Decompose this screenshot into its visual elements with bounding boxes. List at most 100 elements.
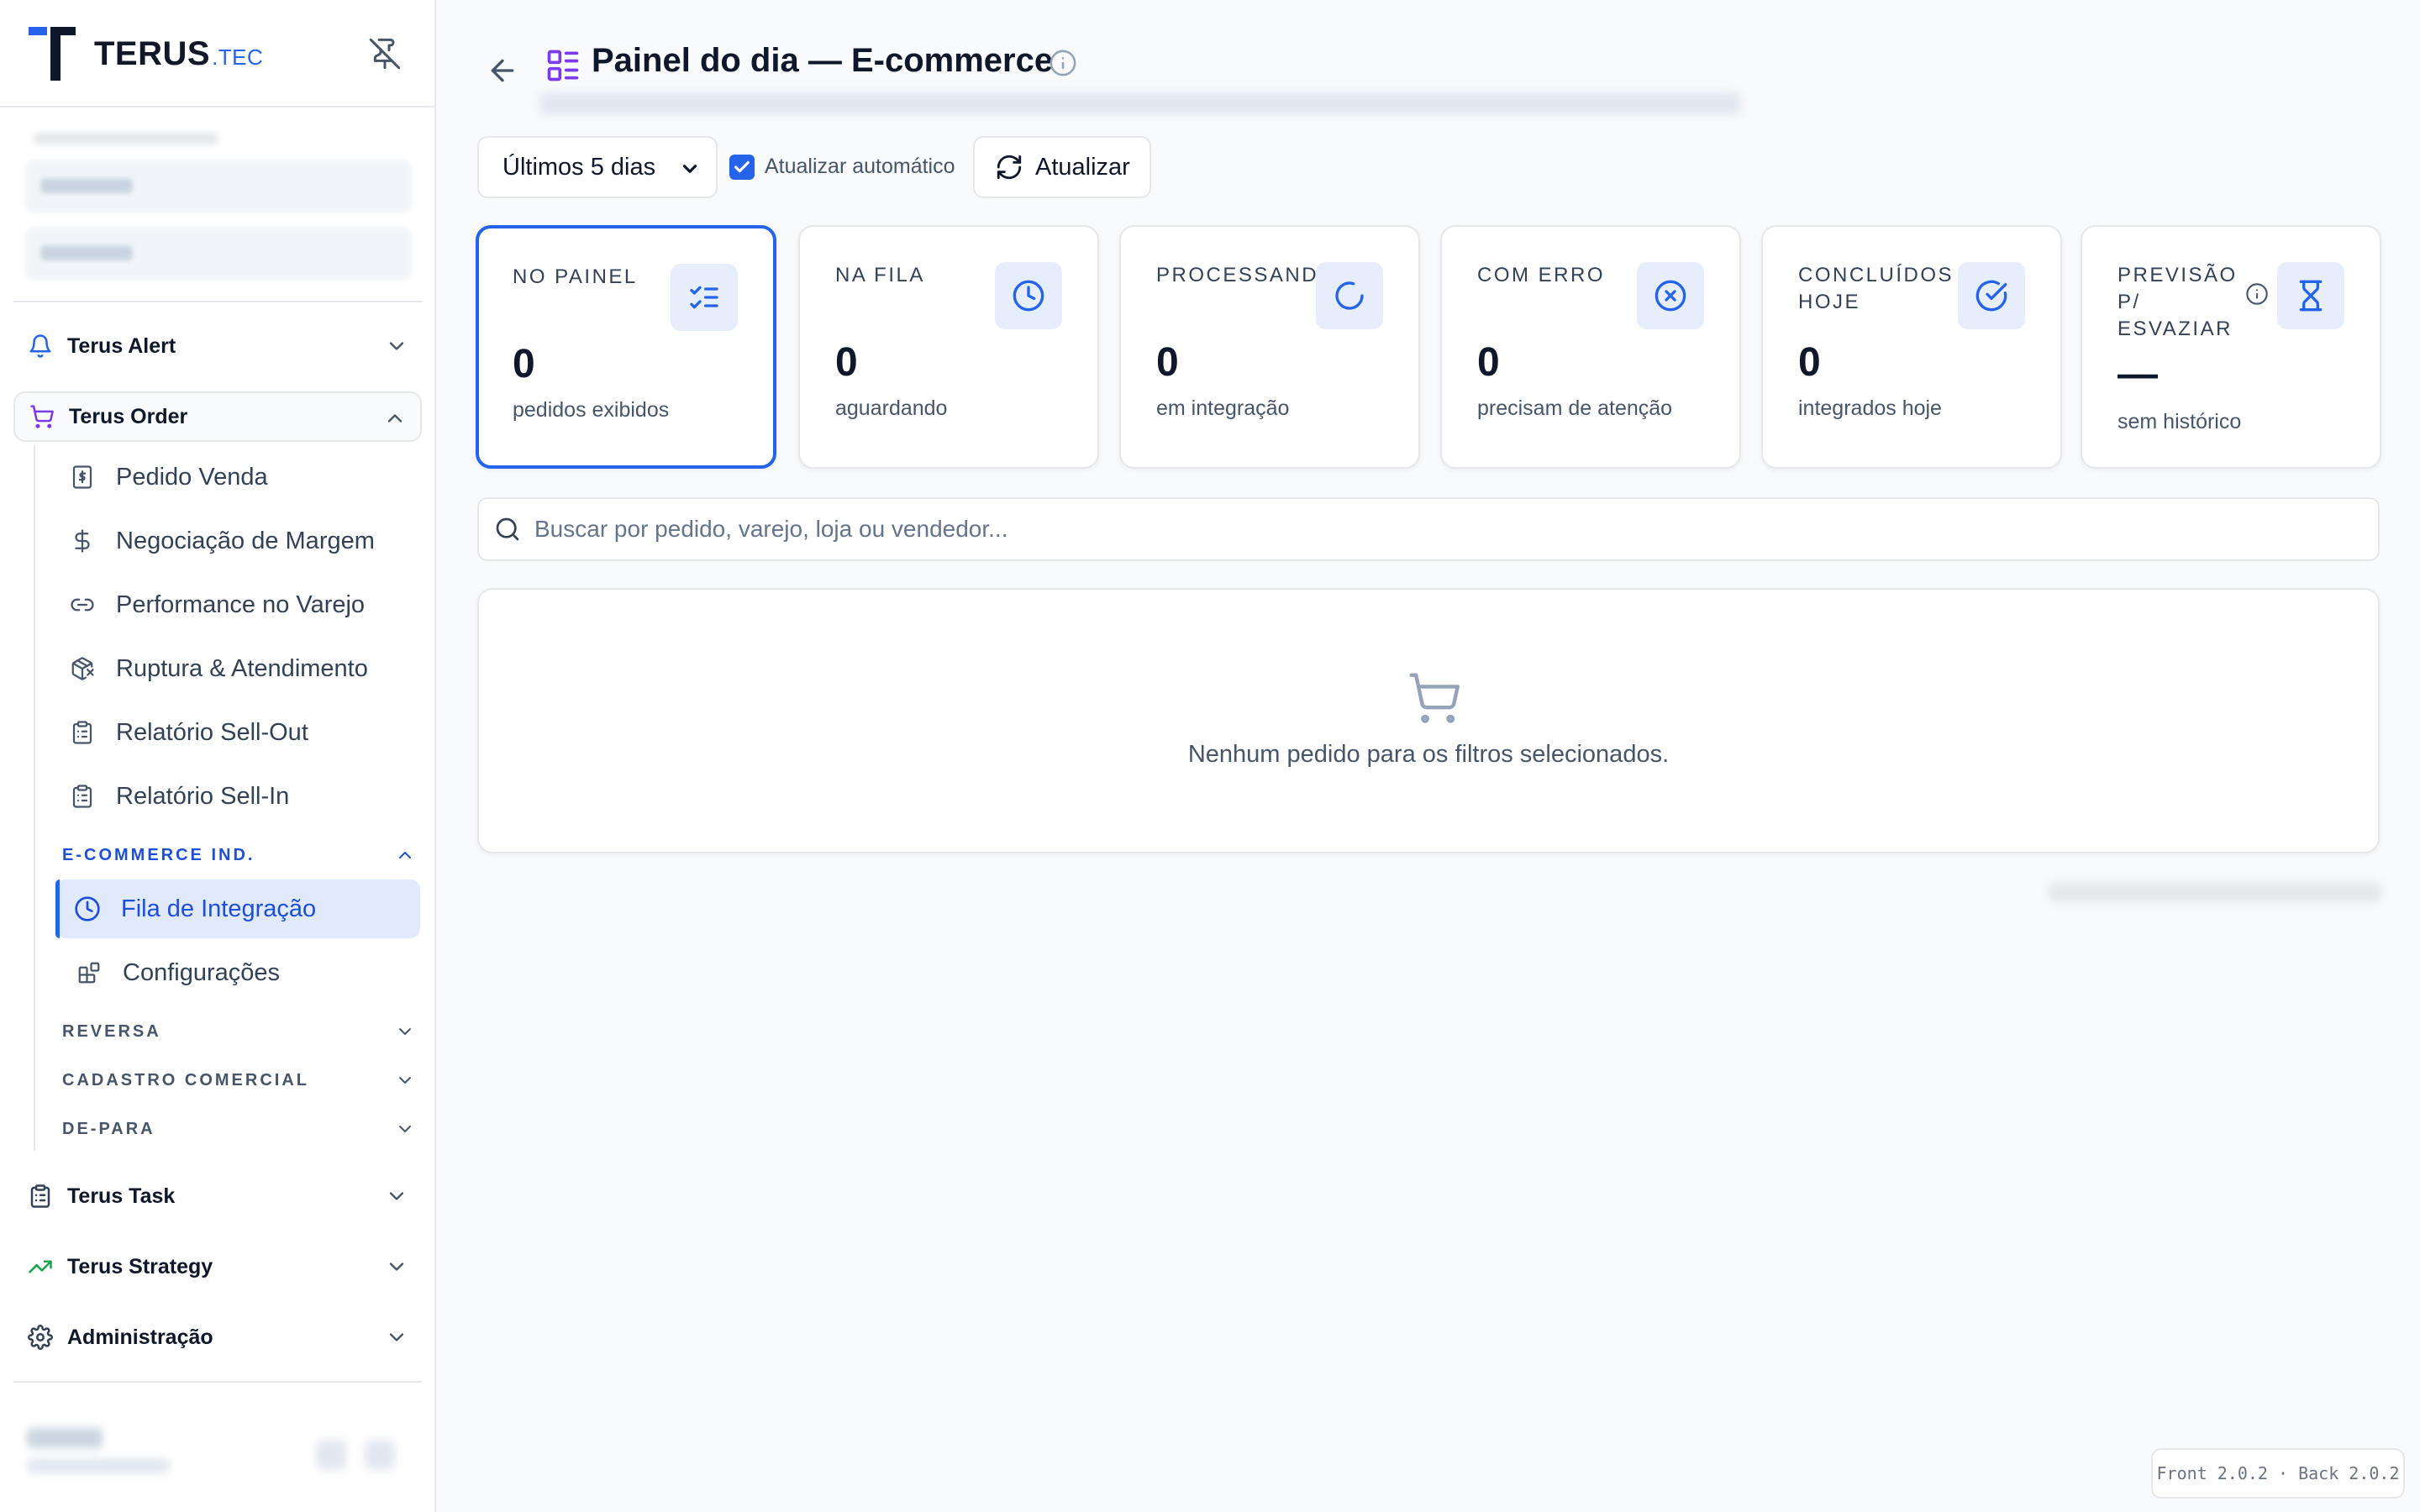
gear-icon	[25, 1322, 55, 1352]
brand-logo[interactable]: TERUS.TEC	[94, 35, 263, 73]
divider	[13, 1381, 422, 1383]
kpi-card-processando[interactable]: PROCESSANDO 0 em integração	[1119, 225, 1420, 469]
orders-panel: Nenhum pedido para os filtros selecionad…	[477, 588, 2380, 853]
package-x-icon	[67, 654, 97, 684]
nav-group-label: Terus Task	[67, 1184, 176, 1208]
kpi-value: 0	[1798, 340, 1821, 385]
check-icon	[734, 160, 750, 173]
clock-icon	[72, 894, 103, 924]
dollar-receipt-icon	[67, 462, 97, 492]
kpi-card-concluidos-hoje[interactable]: CONCLUÍDOS HOJE 0 integrados hoje	[1761, 225, 2062, 469]
sidebar-item-label: Fila de Integração	[121, 895, 317, 922]
kpi-label: COM ERRO	[1477, 264, 1605, 286]
nav-group-terus-strategy[interactable]: Terus Strategy	[13, 1242, 422, 1292]
main-content: Painel do dia — E-commerce Últimos 5 dia…	[437, 0, 2420, 1512]
kpi-card-previsao-esvaziar[interactable]: PREVISÃO P/ ESVAZIAR — sem histórico	[2081, 225, 2381, 469]
nav-group-administracao[interactable]: Administração	[13, 1312, 422, 1362]
nav-group-label: Terus Order	[69, 404, 188, 428]
section-ecommerce-ind[interactable]: E-COMMERCE IND.	[62, 840, 415, 870]
cart-icon	[27, 402, 57, 432]
redacted-field	[25, 227, 412, 281]
kpi-value: 0	[1156, 340, 1179, 385]
redacted-subtitle	[539, 92, 1741, 114]
loader-icon	[1316, 262, 1383, 329]
search-icon	[496, 517, 519, 541]
kpi-caption: sem histórico	[2118, 410, 2242, 433]
nav-group-label: Terus Alert	[67, 333, 176, 358]
sidebar-item-label: Relatório Sell-Out	[116, 718, 308, 746]
back-arrow-icon[interactable]	[486, 54, 519, 87]
nav-group-label: Terus Strategy	[67, 1254, 213, 1278]
clipboard-icon	[25, 1181, 55, 1211]
sidebar-item-configuracoes[interactable]: Configurações	[62, 944, 427, 1001]
kpi-caption: pedidos exibidos	[513, 398, 670, 422]
chevron-down-icon	[389, 342, 404, 350]
sidebar-item-pedido-venda[interactable]: Pedido Venda	[57, 449, 422, 506]
nav-group-terus-task[interactable]: Terus Task	[13, 1171, 422, 1221]
kpi-caption: em integração	[1156, 396, 1290, 420]
kpi-caption: aguardando	[835, 396, 948, 420]
tree-guide	[34, 445, 35, 1151]
kpi-value: 0	[835, 340, 858, 385]
section-label: DE-PARA	[62, 1119, 155, 1138]
kpi-card-na-fila[interactable]: NA FILA 0 aguardando	[798, 225, 1099, 469]
sidebar-item-label: Configurações	[123, 958, 280, 986]
clock-icon	[995, 262, 1062, 329]
unpin-sidebar-icon[interactable]	[368, 37, 402, 71]
page-title: Painel do dia — E-commerce	[592, 42, 1054, 79]
version-badge: Front 2.0.2 · Back 2.0.2	[2151, 1448, 2405, 1499]
section-reversa[interactable]: REVERSA	[62, 1016, 415, 1047]
kpi-label: PROCESSANDO	[1156, 264, 1337, 286]
redacted-user-footer	[17, 1420, 412, 1487]
chevron-down-icon	[399, 1077, 411, 1084]
info-icon[interactable]	[1049, 49, 1077, 77]
nav-group-terus-alert[interactable]: Terus Alert	[13, 321, 422, 371]
section-cadastro-comercial[interactable]: CADASTRO COMERCIAL	[62, 1065, 415, 1095]
chevron-down-icon	[389, 1192, 404, 1200]
sidebar-item-relatorio-sell-in[interactable]: Relatório Sell-In	[57, 768, 422, 825]
kpi-label: NO PAINEL	[513, 265, 638, 288]
period-select[interactable]: Últimos 5 dias	[477, 136, 718, 198]
sidebar-item-label: Pedido Venda	[116, 463, 268, 491]
info-icon[interactable]	[2245, 282, 2269, 306]
x-circle-icon	[1637, 262, 1704, 329]
refresh-icon	[997, 155, 1022, 180]
sidebar-item-label: Performance no Varejo	[116, 591, 366, 618]
kpi-card-com-erro[interactable]: COM ERRO 0 precisam de atenção	[1440, 225, 1741, 469]
nav-group-label: Administração	[67, 1325, 213, 1349]
kpi-label: NA FILA	[835, 264, 925, 286]
search-input[interactable]	[534, 516, 2299, 543]
clipboard-list-icon	[67, 717, 97, 748]
auto-refresh-checkbox[interactable]	[729, 155, 755, 180]
chevron-down-icon	[682, 165, 697, 173]
kpi-label: PREVISÃO P/ ESVAZIAR	[2118, 264, 2238, 340]
auto-refresh-label[interactable]: Atualizar automático	[765, 155, 955, 179]
sidebar-item-fila-integracao[interactable]: Fila de Integração	[55, 879, 420, 938]
search-bar[interactable]	[477, 497, 2380, 561]
sidebar-item-relatorio-sell-out[interactable]: Relatório Sell-Out	[57, 704, 422, 761]
chevron-up-icon	[399, 852, 411, 858]
section-label: E-COMMERCE IND.	[62, 845, 255, 864]
section-label: REVERSA	[62, 1021, 161, 1041]
kpi-card-no-painel[interactable]: NO PAINEL 0 pedidos exibidos	[476, 225, 776, 469]
divider	[13, 301, 422, 302]
sidebar-item-ruptura-atendimento[interactable]: Ruptura & Atendimento	[57, 640, 422, 697]
redacted-label	[34, 133, 218, 144]
section-label: CADASTRO COMERCIAL	[62, 1070, 309, 1089]
kpi-label: CONCLUÍDOS HOJE	[1798, 264, 1954, 313]
section-de-para[interactable]: DE-PARA	[62, 1114, 415, 1144]
bell-icon	[25, 331, 55, 361]
layout-list-icon	[547, 50, 579, 81]
nav-group-terus-order[interactable]: Terus Order	[13, 391, 422, 442]
blocks-icon	[74, 958, 104, 988]
sidebar-item-label: Ruptura & Atendimento	[116, 654, 368, 682]
refresh-button[interactable]: Atualizar	[973, 136, 1151, 198]
sidebar-item-label: Negociação de Margem	[116, 527, 375, 554]
kpi-value: —	[2118, 352, 2158, 396]
sidebar-item-performance-varejo[interactable]: Performance no Varejo	[57, 576, 422, 633]
chevron-up-icon	[387, 414, 402, 423]
period-select-value: Últimos 5 dias	[502, 153, 656, 181]
brand-name: TERUS	[94, 35, 211, 72]
sidebar-item-negociacao-margem[interactable]: Negociação de Margem	[57, 512, 422, 570]
chevron-down-icon	[389, 1333, 404, 1341]
